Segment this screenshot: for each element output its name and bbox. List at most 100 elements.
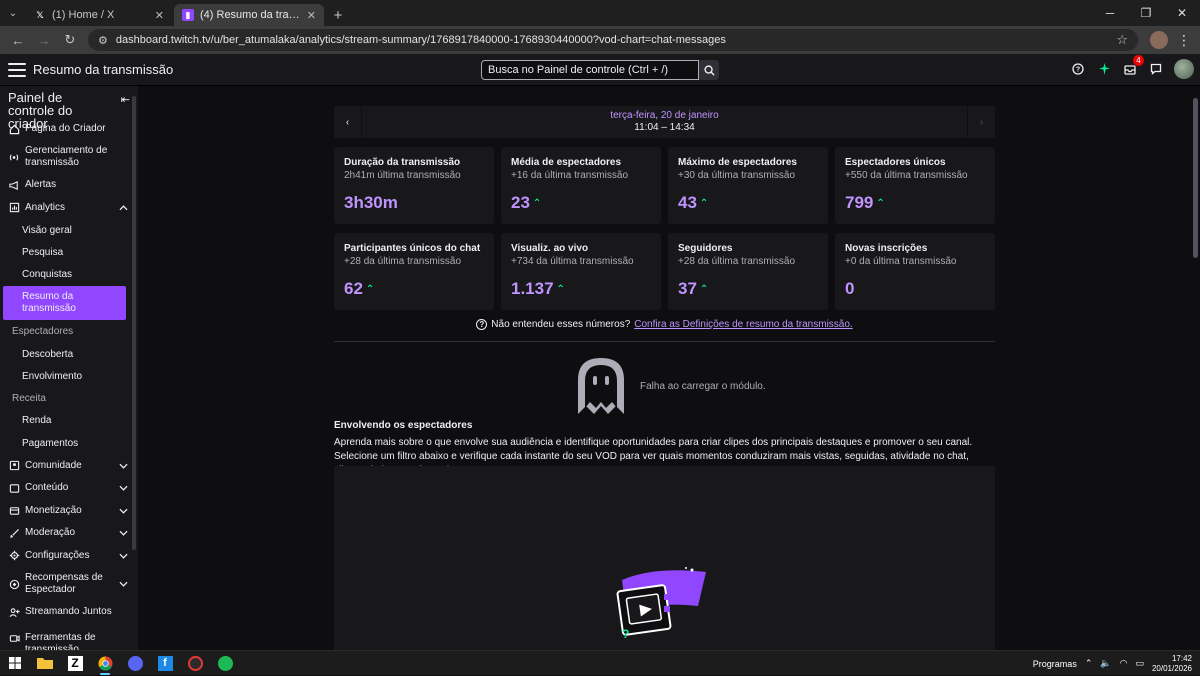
reward-icon [8,578,20,590]
previous-stream-button[interactable]: ‹ [334,106,362,138]
taskbar-spotify[interactable] [210,651,240,676]
sidebar-item-stream-manager[interactable]: Gerenciamento de transmissão [0,140,138,174]
sidebar-item-settings[interactable]: Configurações [0,544,138,567]
wifi-icon[interactable]: ◠ [1120,658,1128,669]
reload-button[interactable]: ↻ [58,29,82,51]
collapse-sidebar-icon[interactable]: ⇤ [121,93,130,118]
taskbar-file-explorer[interactable] [30,651,60,676]
chevron-down-icon [118,506,128,516]
system-clock[interactable]: 17:42 20/01/2026 [1152,654,1192,674]
stat-card-max-viewers: Máximo de espectadores +30 da última tra… [668,147,828,224]
date-navigator: ‹ terça-feira, 20 de janeiro 11:04 – 14:… [334,106,995,138]
stat-title: Duração da transmissão [344,157,461,168]
tab-search-button[interactable]: ⌄ [0,0,26,26]
start-button[interactable] [0,651,30,676]
whispers-button[interactable] [1148,61,1164,77]
definitions-link[interactable]: Confira as Definições de resumo da trans… [634,319,852,330]
browser-menu-icon[interactable]: ⋮ [1174,32,1194,49]
main-content: ‹ terça-feira, 20 de janeiro 11:04 – 14:… [138,86,1200,650]
close-window-button[interactable]: ✕ [1164,0,1200,26]
page-scrollbar[interactable] [1193,98,1198,258]
stat-title: Visualiz. ao vivo [511,243,589,254]
windows-logo-icon [9,657,21,669]
recorder-icon [187,655,203,671]
close-icon[interactable]: ✕ [307,9,316,22]
search-button[interactable] [699,60,719,80]
taskbar-app-f[interactable]: f [150,651,180,676]
tray-label[interactable]: Programas [1033,659,1077,669]
back-button[interactable]: ← [6,29,30,51]
stat-value: 0 [845,279,855,298]
sidebar-item-label: Envolvimento [22,370,83,382]
stat-comparison: +30 da última transmissão [678,170,796,181]
taskbar-discord[interactable] [120,651,150,676]
browser-tab-active[interactable]: ▮ (4) Resumo da transmissão - Tw ✕ [174,4,324,26]
camera-icon [8,632,20,644]
sidebar-item-discovery[interactable]: Descoberta [0,343,138,365]
taskbar-app-recorder[interactable] [180,651,210,676]
sidebar-item-overview[interactable]: Visão geral [0,219,138,241]
stats-grid: Duração da transmissão 2h41m última tran… [334,147,995,310]
battery-icon[interactable]: ▭ [1135,658,1144,669]
new-tab-button[interactable]: + [326,4,350,26]
sidebar-item-payments[interactable]: Pagamentos [0,432,138,454]
section-label: Receita [12,392,46,404]
sidebar-item-research[interactable]: Pesquisa [0,241,138,263]
stat-card-avg-viewers: Média de espectadores +16 da última tran… [501,147,661,224]
sidebar-item-monetization[interactable]: Monetização [0,499,138,522]
trend-up-icon: ⌃ [699,197,709,209]
chevron-up-icon[interactable]: ⌃ [1085,658,1093,669]
chevron-down-icon [118,528,128,538]
module-error: Falha ao carregar o módulo. [574,356,766,416]
sidebar-item-creator-home[interactable]: Página do Criador [0,118,138,140]
next-stream-button[interactable]: › [967,106,995,138]
stream-time-range: 11:04 – 14:34 [634,122,695,133]
stat-value: 1.137 [511,279,554,298]
sidebar-item-engagement[interactable]: Envolvimento [0,365,138,387]
sidebar-item-alerts[interactable]: Alertas [0,174,138,196]
sidebar-item-label: Pagamentos [22,437,79,449]
sidebar-item-analytics[interactable]: Analytics [0,196,138,219]
stat-title: Média de espectadores [511,157,622,168]
restore-button[interactable]: ❐ [1128,0,1164,26]
sidebar-item-stream-summary[interactable]: Resumo da transmissão [3,286,126,320]
sidebar-scrollbar[interactable] [132,96,136,550]
forward-button[interactable]: → [32,29,56,51]
close-icon[interactable]: ✕ [155,9,164,22]
user-avatar[interactable] [1174,59,1194,79]
search-icon [703,64,715,76]
sidebar-item-community[interactable]: Comunidade [0,454,138,477]
stat-card-unique-viewers: Espectadores únicos +550 da última trans… [835,147,995,224]
sidebar-item-stream-together[interactable]: Streamando Juntos [0,601,138,623]
sidebar-section-viewers: Espectadores [0,320,138,343]
stat-value: 62 [344,279,363,298]
inbox-button[interactable]: 4 [1122,55,1144,77]
browser-tab[interactable]: 𝕏 (1) Home / X ✕ [26,4,172,26]
dashboard-search [481,60,719,80]
search-input[interactable] [481,60,699,80]
clock-date: 20/01/2026 [1151,663,1192,673]
taskbar-chrome[interactable] [90,651,120,676]
sidebar-item-viewer-rewards[interactable]: Recompensas de Espectador [0,567,138,601]
help-button[interactable]: ? [1070,61,1086,77]
sidebar-item-content[interactable]: Conteúdo [0,477,138,499]
dashboard-topnav: Resumo da transmissão ? 4 [0,54,1200,86]
url-field[interactable]: ⚙ dashboard.twitch.tv/u/ber_atumalaka/an… [88,29,1138,51]
sidebar-item-achievements[interactable]: Conquistas [0,263,138,286]
sidebar-item-label: Visão geral [22,224,72,236]
sparkle-button[interactable] [1096,61,1112,77]
profile-avatar[interactable] [1150,31,1168,49]
sidebar-section-revenue: Receita [0,387,138,409]
stat-comparison: 2h41m última transmissão [344,170,461,181]
monetization-icon [8,505,20,517]
sidebar-item-moderation[interactable]: Moderação [0,522,138,544]
sidebar-item-income[interactable]: Renda [0,409,138,432]
minimize-button[interactable]: ─ [1092,0,1128,26]
sidebar-item-label: Moderação [25,527,76,538]
taskbar-app-z[interactable]: Z [60,651,90,676]
site-info-icon[interactable]: ⚙ [98,34,108,47]
bookmark-star-icon[interactable]: ☆ [1116,32,1128,48]
menu-icon[interactable] [8,62,26,77]
speaker-icon[interactable]: 🔈 [1100,658,1111,669]
sidebar-item-stream-tools[interactable]: Ferramentas de transmissão [0,623,138,650]
